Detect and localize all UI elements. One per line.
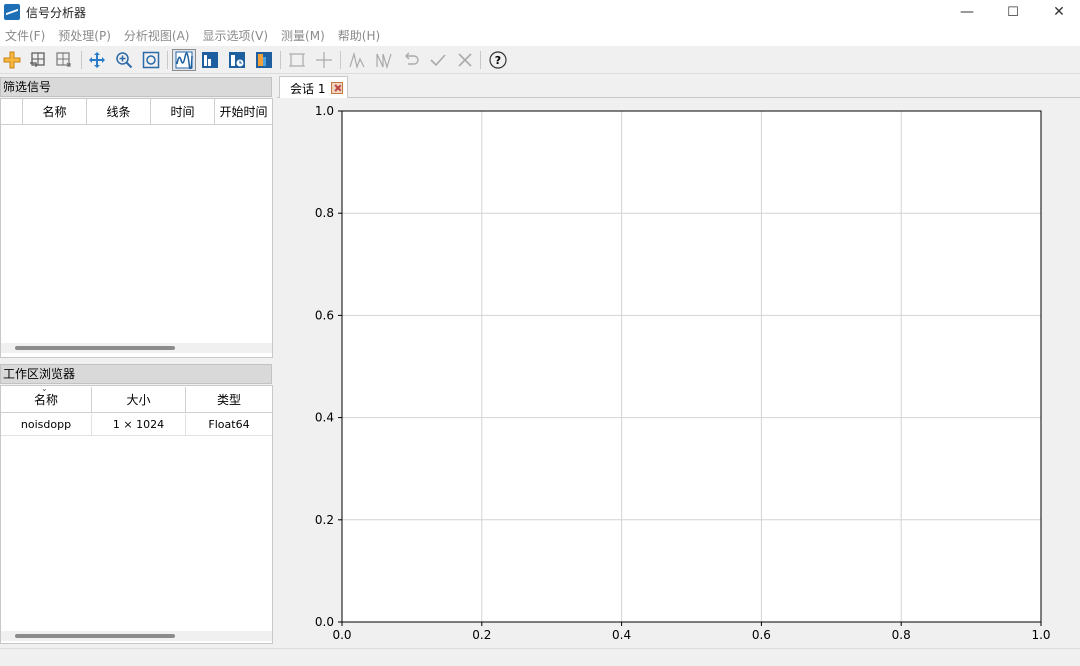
add-icon[interactable] <box>0 49 24 71</box>
menu-bar: 文件(F) 预处理(P) 分析视图(A) 显示选项(V) 测量(M) 帮助(H) <box>0 24 1080 46</box>
toolbar-separator <box>280 51 281 69</box>
reject-icon[interactable] <box>453 49 477 71</box>
scrollbar-thumb[interactable] <box>15 346 175 350</box>
accept-icon[interactable] <box>426 49 450 71</box>
tab-session-1[interactable]: 会话 1 <box>279 76 349 99</box>
y-tick-label: 0.6 <box>315 308 334 322</box>
peak-up-icon[interactable] <box>345 49 369 71</box>
y-tick-label: 1.0 <box>315 104 334 118</box>
session-tab-bar: 会话 1 <box>277 76 1080 99</box>
zoom-in-icon[interactable] <box>112 49 136 71</box>
table-cell-name[interactable]: noisdopp <box>1 414 92 436</box>
column-header-line[interactable]: 线条 <box>87 99 151 125</box>
zoom-fit-icon[interactable] <box>139 49 163 71</box>
y-tick-label: 0.0 <box>315 615 334 629</box>
sort-indicator-icon: ⌄ <box>41 384 48 393</box>
toolbar-separator <box>480 51 481 69</box>
plot-chart[interactable]: 0.0 0.2 0.4 0.6 0.8 1.0 0.0 0.2 0.4 0.6 0.8 1.0 <box>278 98 1080 644</box>
window-title: 信号分析器 <box>26 5 87 20</box>
column-label: 名称 <box>33 393 58 407</box>
plot-background <box>342 111 1041 622</box>
y-tick-label: 0.2 <box>315 513 334 527</box>
x-tick-label: 0.6 <box>752 628 771 642</box>
menu-analysis-view[interactable]: 分析视图(A) <box>119 27 198 44</box>
export-icon[interactable] <box>52 49 76 71</box>
import-icon[interactable] <box>26 49 50 71</box>
x-tick-label: 0.2 <box>472 628 491 642</box>
help-icon[interactable]: ? <box>486 49 510 71</box>
tab-close-icon[interactable] <box>331 82 344 94</box>
toolbar-separator <box>81 51 82 69</box>
column-header-name[interactable]: 名称 ⌄ <box>1 384 92 413</box>
x-tick-label: 1.0 <box>1031 628 1050 642</box>
y-tick-label: 0.4 <box>315 411 334 425</box>
menu-file[interactable]: 文件(F) <box>0 27 53 44</box>
x-tick-label: 0.0 <box>332 628 351 642</box>
status-bar <box>0 648 1080 666</box>
tab-label: 会话 1 <box>290 81 326 96</box>
minimize-button[interactable]: — <box>944 0 990 24</box>
menu-measure[interactable]: 测量(M) <box>276 27 333 44</box>
column-header-name[interactable]: 名称 <box>23 99 87 125</box>
toolbar-separator <box>167 51 168 69</box>
app-icon <box>4 4 20 20</box>
x-tick-label: 0.8 <box>892 628 911 642</box>
menu-preprocess[interactable]: 预处理(P) <box>53 27 119 44</box>
workspace-table: 名称 ⌄ 大小 类型 noisdopp 1 × 1024 Float64 <box>0 384 273 644</box>
time-frequency-view-icon[interactable] <box>225 49 249 71</box>
data-cursor-icon[interactable] <box>285 49 309 71</box>
persistence-view-icon[interactable] <box>252 49 276 71</box>
column-header-start-time[interactable]: 开始时间 <box>215 99 272 125</box>
maximize-button[interactable]: ☐ <box>990 0 1036 24</box>
undo-icon[interactable] <box>399 49 423 71</box>
menu-display-options[interactable]: 显示选项(V) <box>197 27 276 44</box>
signal-view-icon[interactable] <box>172 49 196 71</box>
horizontal-scrollbar[interactable] <box>1 343 272 353</box>
pan-icon[interactable] <box>85 49 109 71</box>
title-bar: 信号分析器 — ☐ ✕ <box>0 0 1080 24</box>
x-tick-label: 0.4 <box>612 628 631 642</box>
help-glyph: ? <box>494 53 502 67</box>
table-cell-size[interactable]: 1 × 1024 <box>92 414 186 436</box>
plot-area: 0.0 0.2 0.4 0.6 0.8 1.0 0.0 0.2 0.4 0.6 0.8 1.0 <box>278 98 1080 644</box>
spectrum-view-icon[interactable] <box>198 49 222 71</box>
signals-table: 名称 线条 时间 开始时间 <box>0 98 273 358</box>
signals-panel-title: 筛选信号 <box>0 77 272 97</box>
column-header-time[interactable]: 时间 <box>151 99 215 125</box>
row-header-column <box>1 99 23 125</box>
horizontal-scrollbar[interactable] <box>1 631 272 641</box>
toolbar-separator <box>340 51 341 69</box>
menu-help[interactable]: 帮助(H) <box>333 27 388 44</box>
peak-down-icon[interactable] <box>372 49 396 71</box>
y-tick-label: 0.8 <box>315 206 334 220</box>
close-button[interactable]: ✕ <box>1036 0 1080 24</box>
table-cell-type[interactable]: Float64 <box>186 414 272 436</box>
crosshair-icon[interactable] <box>312 49 336 71</box>
scrollbar-thumb[interactable] <box>15 634 175 638</box>
toolbar: ? <box>0 46 1080 74</box>
column-header-size[interactable]: 大小 <box>92 387 186 413</box>
column-header-type[interactable]: 类型 <box>186 387 272 413</box>
workspace-panel-title: 工作区浏览器 <box>0 364 272 384</box>
